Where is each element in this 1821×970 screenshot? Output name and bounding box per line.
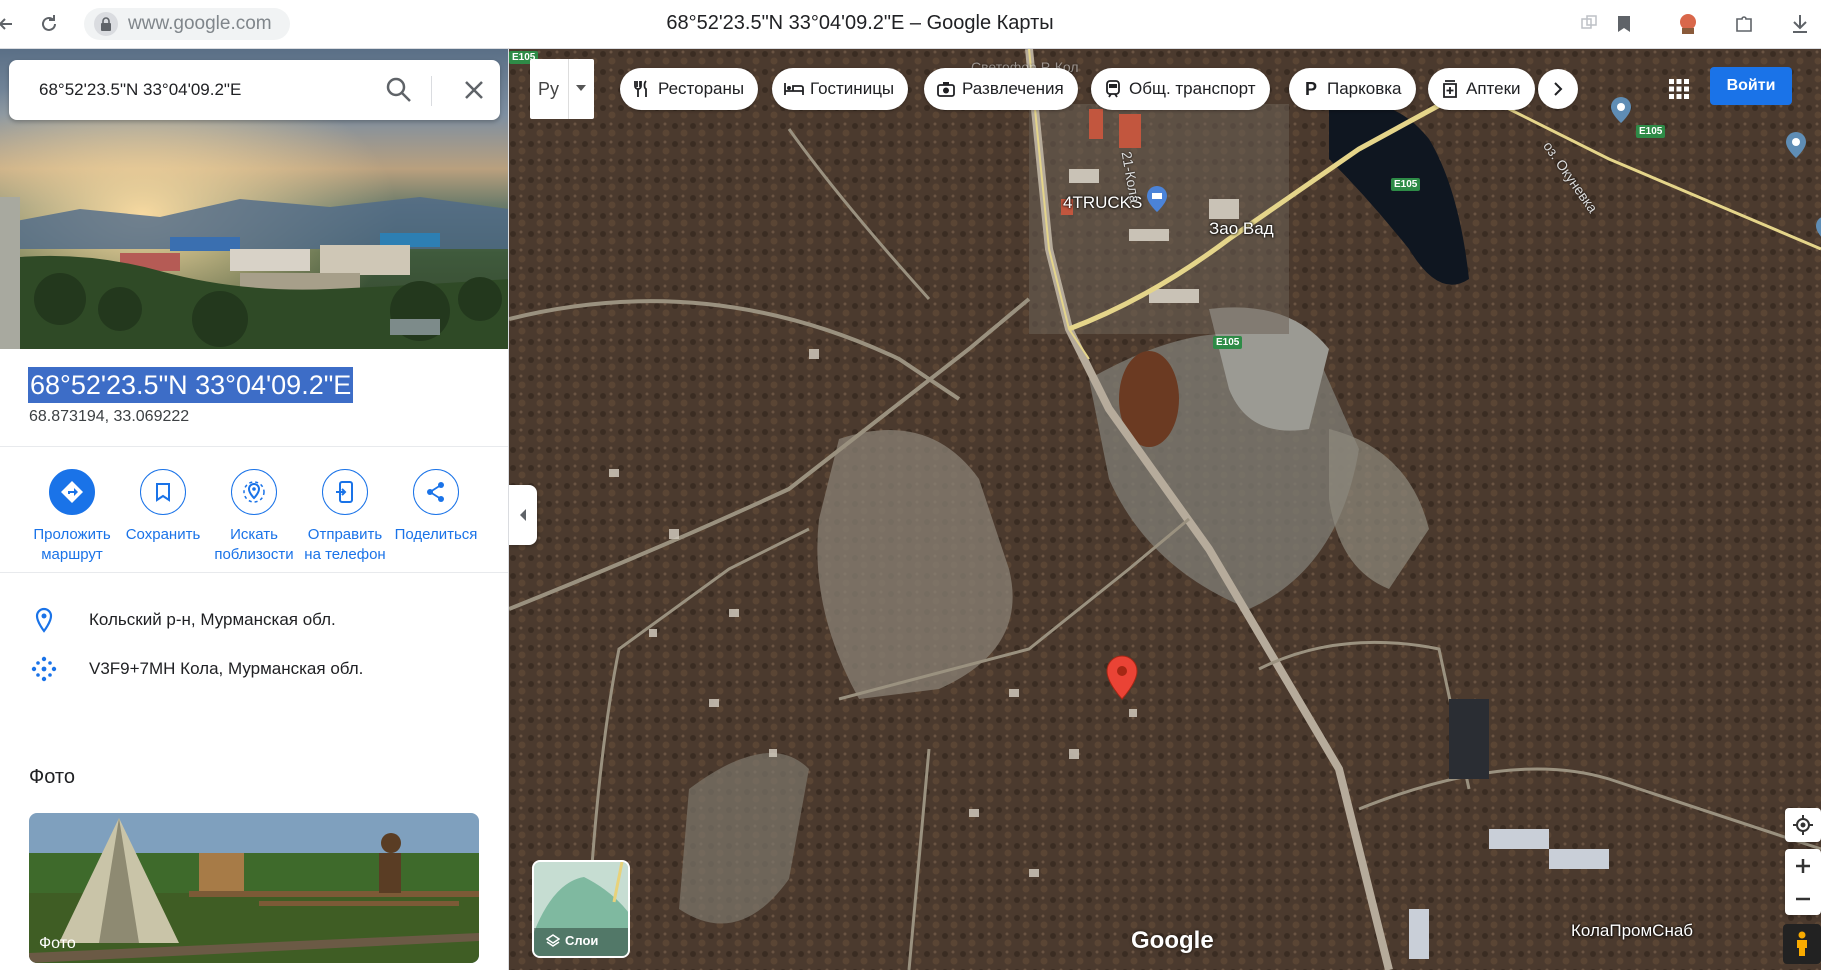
nearby-icon bbox=[231, 469, 277, 515]
bookmark-icon bbox=[140, 469, 186, 515]
hotel-icon bbox=[784, 79, 804, 99]
pluscode-text: V3F9+7MH Кола, Мурманская обл. bbox=[89, 659, 364, 678]
pharmacy-icon bbox=[1440, 79, 1460, 99]
send-label-1: Отправить bbox=[307, 526, 383, 543]
photos-heading: Фото bbox=[29, 766, 75, 788]
place-title: 68°52'23.5"N 33°04'09.2"E bbox=[28, 367, 354, 403]
parking-icon: P bbox=[1304, 78, 1317, 99]
road-shield-e105: E105 bbox=[1213, 336, 1243, 349]
road-shield-e105: E105 bbox=[1636, 125, 1666, 138]
directions-icon bbox=[49, 469, 95, 515]
save-label: Сохранить bbox=[125, 526, 201, 543]
plus-icon bbox=[1796, 858, 1810, 873]
share-icon bbox=[413, 469, 459, 515]
collapse-panel-button[interactable] bbox=[509, 485, 537, 545]
selector-divider bbox=[568, 59, 569, 119]
my-location-icon bbox=[1793, 815, 1813, 835]
window-title: 68°52'23.5"N 33°04'09.2"E – Google Карты bbox=[666, 12, 1054, 34]
chip-restaurants[interactable]: Рестораны bbox=[620, 68, 759, 110]
zoom-controls bbox=[1785, 849, 1821, 915]
send-to-phone-button[interactable]: Отправить на телефон bbox=[295, 469, 395, 565]
nearby-label-2: поблизости bbox=[214, 546, 294, 563]
directions-label-2: маршрут bbox=[41, 546, 103, 563]
pluscode-row[interactable]: V3F9+7MH Кола, Мурманская обл. bbox=[0, 649, 508, 689]
layers-label: Слои bbox=[565, 933, 599, 948]
layers-icon bbox=[546, 933, 560, 947]
chevron-left-icon bbox=[520, 509, 526, 521]
chip-parking[interactable]: P Парковка bbox=[1289, 68, 1416, 110]
sign-in-button[interactable]: Войти bbox=[1710, 67, 1792, 105]
street-view-pegman-button[interactable] bbox=[1783, 924, 1821, 964]
camera-icon bbox=[936, 79, 956, 99]
language-selector[interactable]: Ру bbox=[530, 59, 594, 119]
address-row[interactable]: Кольский р-н, Мурманская обл. bbox=[0, 600, 508, 640]
location-pin-icon bbox=[30, 606, 58, 634]
poi-pin-icon[interactable] bbox=[1815, 215, 1821, 243]
transit-icon bbox=[1103, 79, 1123, 99]
extension-icon[interactable] bbox=[1674, 10, 1702, 38]
save-button[interactable]: Сохранить bbox=[113, 469, 213, 545]
share-label: Поделиться bbox=[394, 526, 478, 543]
download-icon[interactable] bbox=[1786, 10, 1814, 38]
poi-pin-icon[interactable] bbox=[1785, 131, 1807, 159]
close-icon[interactable] bbox=[459, 75, 489, 105]
place-hero-photo[interactable] bbox=[0, 49, 508, 349]
chip-pharmacies[interactable]: Аптеки bbox=[1428, 68, 1535, 110]
place-label-kolapromsnab[interactable]: КолаПромСнаб bbox=[1571, 921, 1693, 941]
address-text: Кольский р-н, Мурманская обл. bbox=[89, 610, 336, 629]
search-icon[interactable] bbox=[384, 75, 414, 105]
search-input[interactable] bbox=[39, 80, 369, 100]
chip-label: Парковка bbox=[1327, 79, 1402, 98]
place-decimal-coords: 68.873194, 33.069222 bbox=[29, 408, 190, 425]
nearby-label-1: Искать bbox=[230, 526, 278, 543]
map-canvas[interactable]: 4TRUCKS Зао Вад КолаПромСнаб оз. Окуневк… bbox=[509, 49, 1821, 970]
place-label-zao-vad[interactable]: Зао Вад bbox=[1209, 219, 1274, 239]
layers-button[interactable]: Слои bbox=[532, 860, 630, 958]
chip-label: Общ. транспорт bbox=[1129, 79, 1256, 98]
zoom-in-button[interactable] bbox=[1796, 849, 1810, 882]
apps-grid-icon[interactable] bbox=[1664, 74, 1694, 104]
location-marker-icon[interactable] bbox=[1106, 655, 1138, 701]
my-location-button[interactable] bbox=[1785, 808, 1821, 842]
chip-label: Гостиницы bbox=[810, 79, 895, 98]
poi-pin-icon[interactable] bbox=[1610, 96, 1632, 124]
pegman-icon bbox=[1797, 931, 1807, 956]
search-divider bbox=[431, 76, 432, 106]
truck-stop-pin-icon[interactable] bbox=[1146, 185, 1168, 213]
translate-icon[interactable] bbox=[1575, 10, 1603, 38]
chip-hotels[interactable]: Гостиницы bbox=[772, 68, 909, 110]
bookmark-star-icon[interactable] bbox=[1610, 10, 1638, 38]
directions-button[interactable]: Проложить маршрут bbox=[22, 469, 122, 565]
photo-card-label: Фото bbox=[39, 935, 76, 952]
layers-label-wrap: Слои bbox=[546, 933, 598, 948]
restaurant-icon bbox=[632, 79, 652, 99]
google-logo: Google bbox=[1131, 927, 1214, 954]
place-panel: 68°52'23.5"N 33°04'09.2"E 68.873194, 33.… bbox=[0, 49, 509, 970]
chip-entertainment[interactable]: Развлечения bbox=[924, 68, 1078, 110]
search-box bbox=[9, 60, 500, 120]
divider bbox=[0, 446, 508, 447]
photo-card[interactable]: Фото bbox=[29, 813, 479, 963]
chip-label: Развлечения bbox=[962, 79, 1064, 98]
directions-label-1: Проложить bbox=[33, 526, 111, 543]
chip-label: Аптеки bbox=[1466, 79, 1521, 98]
divider bbox=[0, 572, 508, 573]
extension-puzzle-icon[interactable] bbox=[1730, 10, 1758, 38]
send-to-phone-icon bbox=[322, 469, 368, 515]
send-label-2: на телефон bbox=[304, 546, 386, 563]
chip-label: Рестораны bbox=[658, 79, 745, 98]
minus-icon bbox=[1796, 897, 1810, 900]
search-nearby-button[interactable]: Искать поблизости bbox=[204, 469, 304, 565]
chevron-right-icon bbox=[1554, 82, 1563, 96]
plus-code-icon bbox=[30, 655, 58, 683]
chips-scroll-right-button[interactable] bbox=[1538, 69, 1578, 109]
chip-transit[interactable]: Общ. транспорт bbox=[1091, 68, 1270, 110]
road-shield-e105: E105 bbox=[1391, 178, 1421, 191]
zoom-out-button[interactable] bbox=[1796, 882, 1810, 915]
chevron-down-icon bbox=[576, 85, 586, 91]
language-value: Ру bbox=[538, 78, 560, 99]
browser-toolbar: www.google.com 68°52'23.5"N 33°04'09.2"E… bbox=[0, 0, 1821, 49]
share-button[interactable]: Поделиться bbox=[386, 469, 486, 545]
